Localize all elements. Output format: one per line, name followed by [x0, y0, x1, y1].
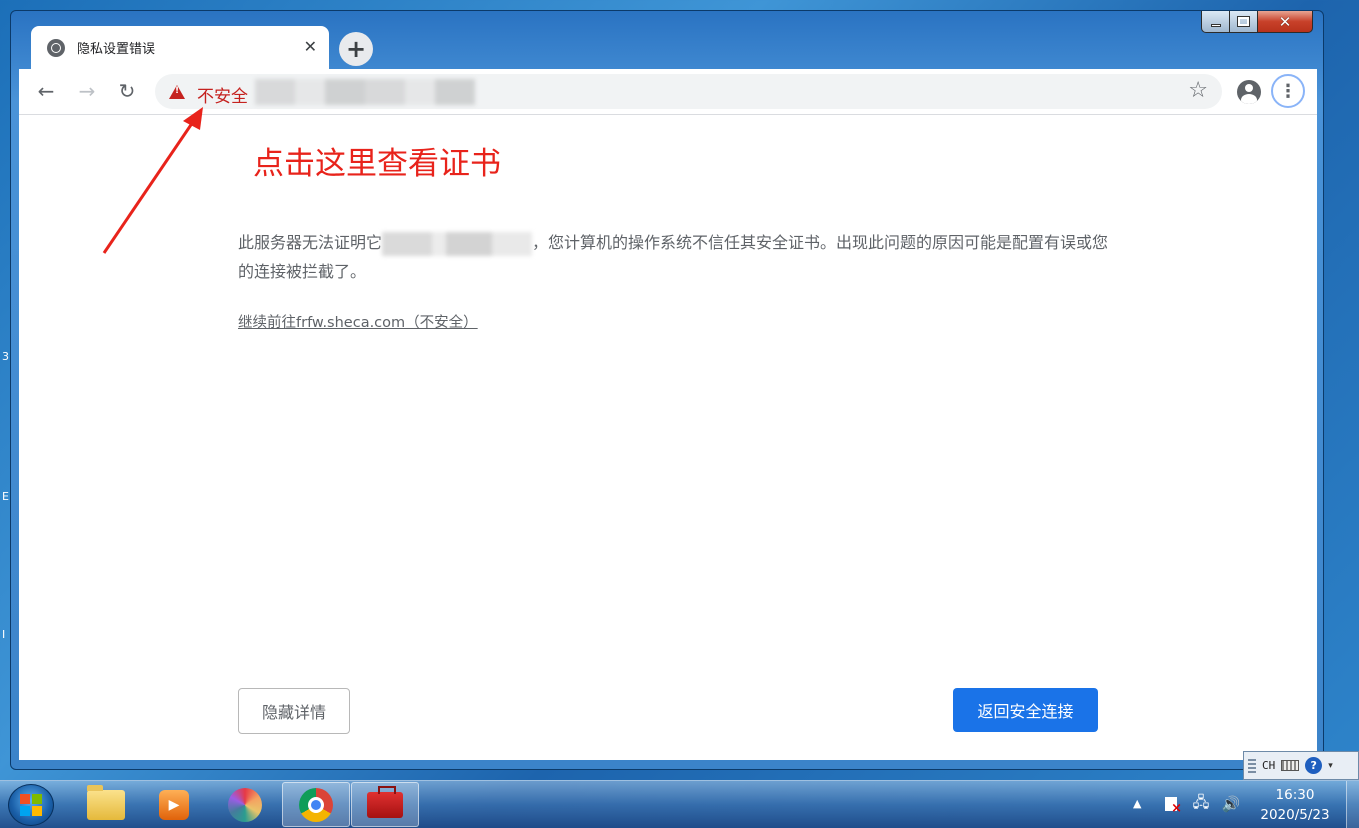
start-button[interactable] — [8, 784, 54, 826]
page-content: 点击这里查看证书 此服务器无法证明它 ，您计算机的操作系统不信任其安全证书。出现此… — [19, 107, 1317, 760]
annotation-text: 点击这里查看证书 — [253, 146, 501, 182]
input-language[interactable]: CH — [1262, 759, 1275, 772]
taskbar-explorer[interactable] — [72, 782, 140, 827]
taskbar-pinwheel-app[interactable] — [211, 782, 279, 827]
media-player-icon: ▶ — [159, 789, 189, 820]
hide-details-button[interactable]: 隐藏详情 — [238, 688, 350, 734]
back-to-safety-button[interactable]: 返回安全连接 — [953, 688, 1098, 732]
chrome-icon — [299, 787, 333, 822]
security-indicator[interactable]: 不安全 — [197, 82, 248, 107]
maximize-icon — [1237, 16, 1250, 27]
account-icon[interactable] — [1237, 80, 1261, 104]
annotation-arrow — [102, 107, 203, 254]
desktop-edge-char: E — [2, 490, 9, 503]
show-hidden-icons-arrow[interactable]: ▲ — [1133, 797, 1141, 810]
desktop-edge-char: 3 — [2, 350, 9, 363]
error-message: 此服务器无法证明它 ，您计算机的操作系统不信任其安全证书。出现此问题的原因可能是配… — [238, 228, 1118, 286]
windows-logo-icon — [20, 794, 42, 816]
tab-strip: 隐私设置错误 ✕ + — [19, 26, 1317, 69]
system-clock[interactable]: 16:30 2020/5/23 — [1255, 785, 1335, 825]
address-bar[interactable]: 不安全 ☆ — [155, 74, 1222, 109]
taskbar-media-player[interactable]: ▶ — [140, 782, 208, 827]
forward-arrow-icon[interactable]: → — [75, 79, 99, 103]
tab-close-icon[interactable]: ✕ — [304, 37, 317, 56]
keyboard-icon[interactable] — [1281, 760, 1300, 771]
plus-icon: + — [345, 35, 367, 63]
error-message-part1: 此服务器无法证明它 — [238, 233, 383, 252]
new-tab-button[interactable]: + — [339, 32, 373, 66]
taskbar-chrome[interactable] — [282, 782, 350, 827]
toolbox-icon — [367, 785, 403, 818]
action-center-flag-icon[interactable] — [1160, 794, 1182, 816]
langbar-grip[interactable] — [1248, 758, 1256, 773]
folder-icon — [87, 784, 125, 820]
back-arrow-icon[interactable]: ← — [34, 79, 58, 103]
pinwheel-icon — [228, 787, 262, 822]
reload-icon[interactable]: ↻ — [115, 79, 139, 103]
langbar-options-icon[interactable]: ▾ — [1328, 761, 1333, 771]
tab-title: 隐私设置错误 — [77, 42, 156, 57]
show-desktop-button[interactable] — [1346, 781, 1359, 828]
volume-icon[interactable]: 🔊 — [1220, 794, 1242, 814]
menu-dots-icon[interactable]: ⋮ — [1271, 74, 1305, 108]
desktop-edge-char: I — [2, 628, 6, 641]
help-icon[interactable]: ? — [1305, 757, 1323, 774]
taskbar: ▶ ▲ 🖧 🔊 16:30 2020/5/23 — [0, 780, 1359, 828]
network-icon[interactable]: 🖧 — [1190, 793, 1212, 814]
tab-privacy-error[interactable]: 隐私设置错误 ✕ — [31, 26, 329, 69]
taskbar-toolbox[interactable] — [351, 782, 419, 827]
redacted-domain — [382, 231, 533, 256]
language-bar: CH ? ▾ — [1243, 751, 1359, 780]
clock-date: 2020/5/23 — [1260, 807, 1330, 823]
warning-triangle-icon[interactable] — [169, 85, 185, 99]
globe-icon — [47, 38, 65, 57]
proceed-unsafe-link[interactable]: 继续前往frfw.sheca.com（不安全） — [238, 311, 478, 332]
bookmark-star-icon[interactable]: ☆ — [1188, 78, 1208, 103]
clock-time: 16:30 — [1275, 787, 1315, 803]
url-text-redacted[interactable] — [255, 79, 475, 105]
